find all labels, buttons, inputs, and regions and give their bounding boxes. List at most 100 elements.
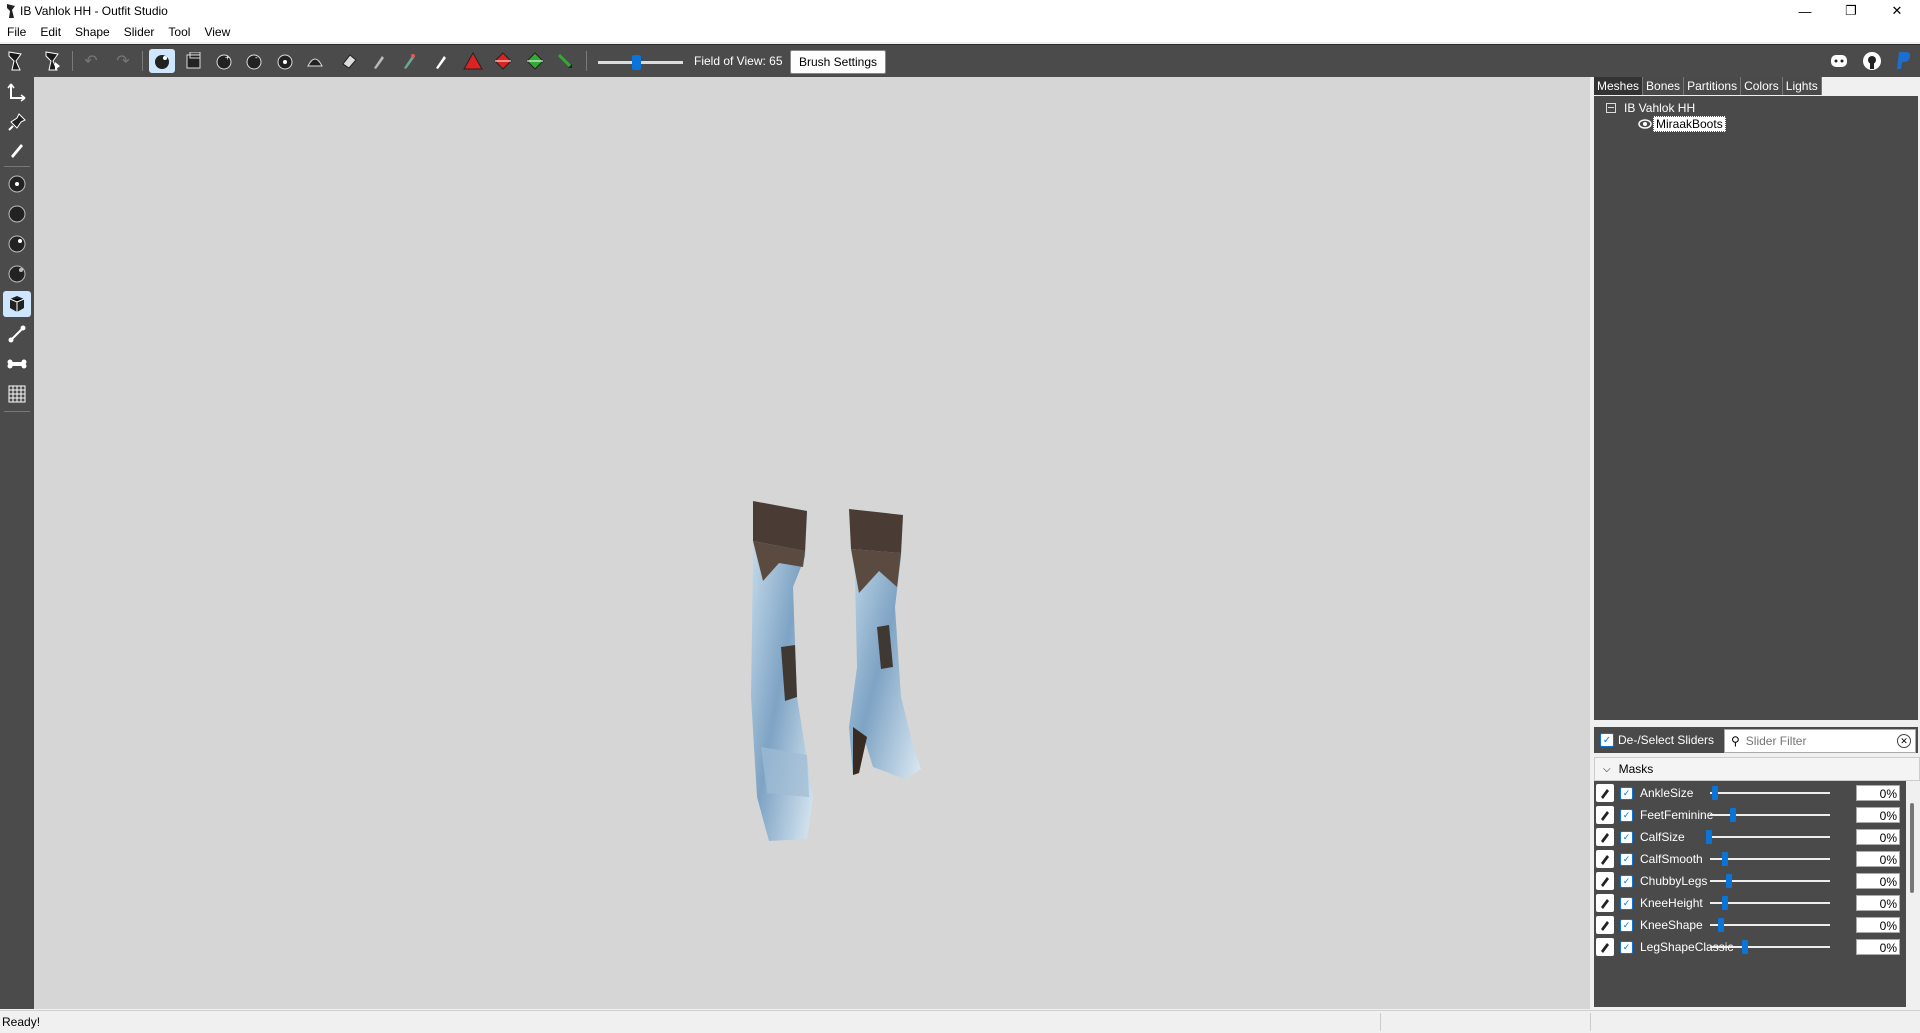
mask-brush-button[interactable]: [181, 48, 207, 74]
slider-checkbox[interactable]: ✓: [1620, 897, 1633, 910]
scrollbar-thumb[interactable]: [1910, 803, 1914, 893]
slider-value[interactable]: 0%: [1856, 851, 1900, 867]
close-button[interactable]: ✕: [1874, 0, 1920, 22]
menu-file[interactable]: File: [0, 22, 33, 42]
menu-slider[interactable]: Slider: [117, 22, 162, 42]
slider-value[interactable]: 0%: [1856, 807, 1900, 823]
masks-section[interactable]: ⌵ Masks: [1594, 757, 1920, 781]
minimize-button[interactable]: —: [1782, 0, 1828, 22]
weight-brush-button[interactable]: [366, 48, 392, 74]
menu-shape[interactable]: Shape: [68, 22, 117, 42]
deflate-brush-button[interactable]: -: [241, 48, 267, 74]
deflate-tool-button[interactable]: [3, 261, 31, 287]
slider-value[interactable]: 0%: [1856, 829, 1900, 845]
tree-root[interactable]: IB Vahlok HH: [1606, 101, 1695, 115]
tab-meshes[interactable]: Meshes: [1594, 77, 1644, 95]
slider-value[interactable]: 0%: [1856, 939, 1900, 955]
color-brush-button[interactable]: [396, 48, 422, 74]
tab-lights[interactable]: Lights: [1782, 77, 1822, 95]
edge-tool-button[interactable]: [3, 321, 31, 347]
menu-view[interactable]: View: [197, 22, 237, 42]
pivot-tool-button[interactable]: [3, 109, 31, 135]
slider-track[interactable]: [1710, 852, 1830, 866]
collapse-vertex-button[interactable]: [460, 48, 486, 74]
slider-value[interactable]: 0%: [1856, 785, 1900, 801]
select-tool-button[interactable]: [3, 171, 31, 197]
move-vertex-button[interactable]: [552, 48, 578, 74]
slider-track[interactable]: [1710, 896, 1830, 910]
menu-edit[interactable]: Edit: [33, 22, 68, 42]
edit-slider-button[interactable]: [1596, 828, 1614, 846]
inflate-tool-button[interactable]: [3, 231, 31, 257]
save-project-button[interactable]: [40, 48, 66, 74]
slider-checkbox[interactable]: ✓: [1620, 919, 1633, 932]
edit-slider-button[interactable]: [1596, 894, 1614, 912]
move-brush-button[interactable]: [272, 48, 298, 74]
inflate-brush-button[interactable]: +: [211, 48, 237, 74]
tree-item-mesh[interactable]: MiraakBoots: [1638, 116, 1726, 132]
slider-handle[interactable]: [1722, 896, 1728, 910]
deselect-sliders-checkbox[interactable]: ✓ De-/Select Sliders: [1600, 733, 1714, 747]
slider-handle[interactable]: [1712, 786, 1718, 800]
slider-filter-input[interactable]: [1743, 733, 1888, 749]
paypal-button[interactable]: [1891, 48, 1917, 74]
menu-tool[interactable]: Tool: [161, 22, 197, 42]
eye-icon[interactable]: [1638, 119, 1652, 129]
edit-slider-button[interactable]: [1596, 938, 1614, 956]
slider-track[interactable]: [1710, 874, 1830, 888]
clear-filter-icon[interactable]: ✕: [1897, 734, 1911, 748]
slider-handle[interactable]: [1726, 874, 1732, 888]
slider-track[interactable]: [1710, 808, 1830, 822]
transform-tool-button[interactable]: [3, 79, 31, 105]
smooth-brush-button[interactable]: [302, 48, 328, 74]
split-edge-button[interactable]: [522, 48, 548, 74]
edit-slider-button[interactable]: [1596, 916, 1614, 934]
collapse-toggle-icon[interactable]: [1606, 103, 1616, 113]
tab-colors[interactable]: Colors: [1741, 77, 1783, 95]
slider-handle[interactable]: [1742, 940, 1748, 954]
slider-filter[interactable]: ⚲ ✕: [1724, 729, 1916, 753]
slider-handle[interactable]: [1706, 830, 1712, 844]
slider-value[interactable]: 0%: [1856, 917, 1900, 933]
redo-button[interactable]: ↷: [110, 48, 136, 74]
move-tool-button[interactable]: [3, 291, 31, 317]
load-project-button[interactable]: [3, 48, 29, 74]
slider-handle[interactable]: [1730, 808, 1736, 822]
alpha-brush-button[interactable]: [428, 48, 454, 74]
discord-button[interactable]: [1826, 48, 1852, 74]
slider-handle[interactable]: [1718, 918, 1724, 932]
maximize-button[interactable]: ❐: [1828, 0, 1874, 22]
slider-scrollbar[interactable]: [1907, 783, 1917, 1005]
edit-slider-button[interactable]: [1596, 784, 1614, 802]
undiff-brush-button[interactable]: [336, 48, 362, 74]
mask-tool-button[interactable]: [3, 201, 31, 227]
slider-track[interactable]: [1710, 940, 1830, 954]
tab-bones[interactable]: Bones: [1643, 77, 1685, 95]
slider-track[interactable]: [1706, 830, 1830, 844]
edit-slider-button[interactable]: [1596, 850, 1614, 868]
slider-value[interactable]: 0%: [1856, 895, 1900, 911]
slider-handle[interactable]: [1722, 852, 1728, 866]
slider-track[interactable]: [1710, 786, 1830, 800]
grid-tool-button[interactable]: [3, 381, 31, 407]
slider-checkbox[interactable]: ✓: [1620, 787, 1633, 800]
slider-value[interactable]: 0%: [1856, 873, 1900, 889]
slider-checkbox[interactable]: ✓: [1620, 875, 1633, 888]
fov-slider-handle[interactable]: [632, 55, 641, 70]
brush-settings-button[interactable]: Brush Settings: [790, 50, 886, 74]
3d-viewport[interactable]: [34, 77, 1590, 1009]
slider-checkbox[interactable]: ✓: [1620, 831, 1633, 844]
github-button[interactable]: [1859, 48, 1885, 74]
select-brush-button[interactable]: [149, 49, 175, 73]
edit-slider-button[interactable]: [1596, 806, 1614, 824]
edit-slider-button[interactable]: [1596, 872, 1614, 890]
vertex-select-button[interactable]: [3, 137, 31, 163]
flip-edge-button[interactable]: [490, 48, 516, 74]
slider-checkbox[interactable]: ✓: [1620, 809, 1633, 822]
undo-button[interactable]: ↶: [78, 48, 104, 74]
fov-slider[interactable]: [598, 55, 683, 70]
bone-tool-button[interactable]: [3, 351, 31, 377]
slider-checkbox[interactable]: ✓: [1620, 941, 1633, 954]
slider-checkbox[interactable]: ✓: [1620, 853, 1633, 866]
slider-track[interactable]: [1710, 918, 1830, 932]
